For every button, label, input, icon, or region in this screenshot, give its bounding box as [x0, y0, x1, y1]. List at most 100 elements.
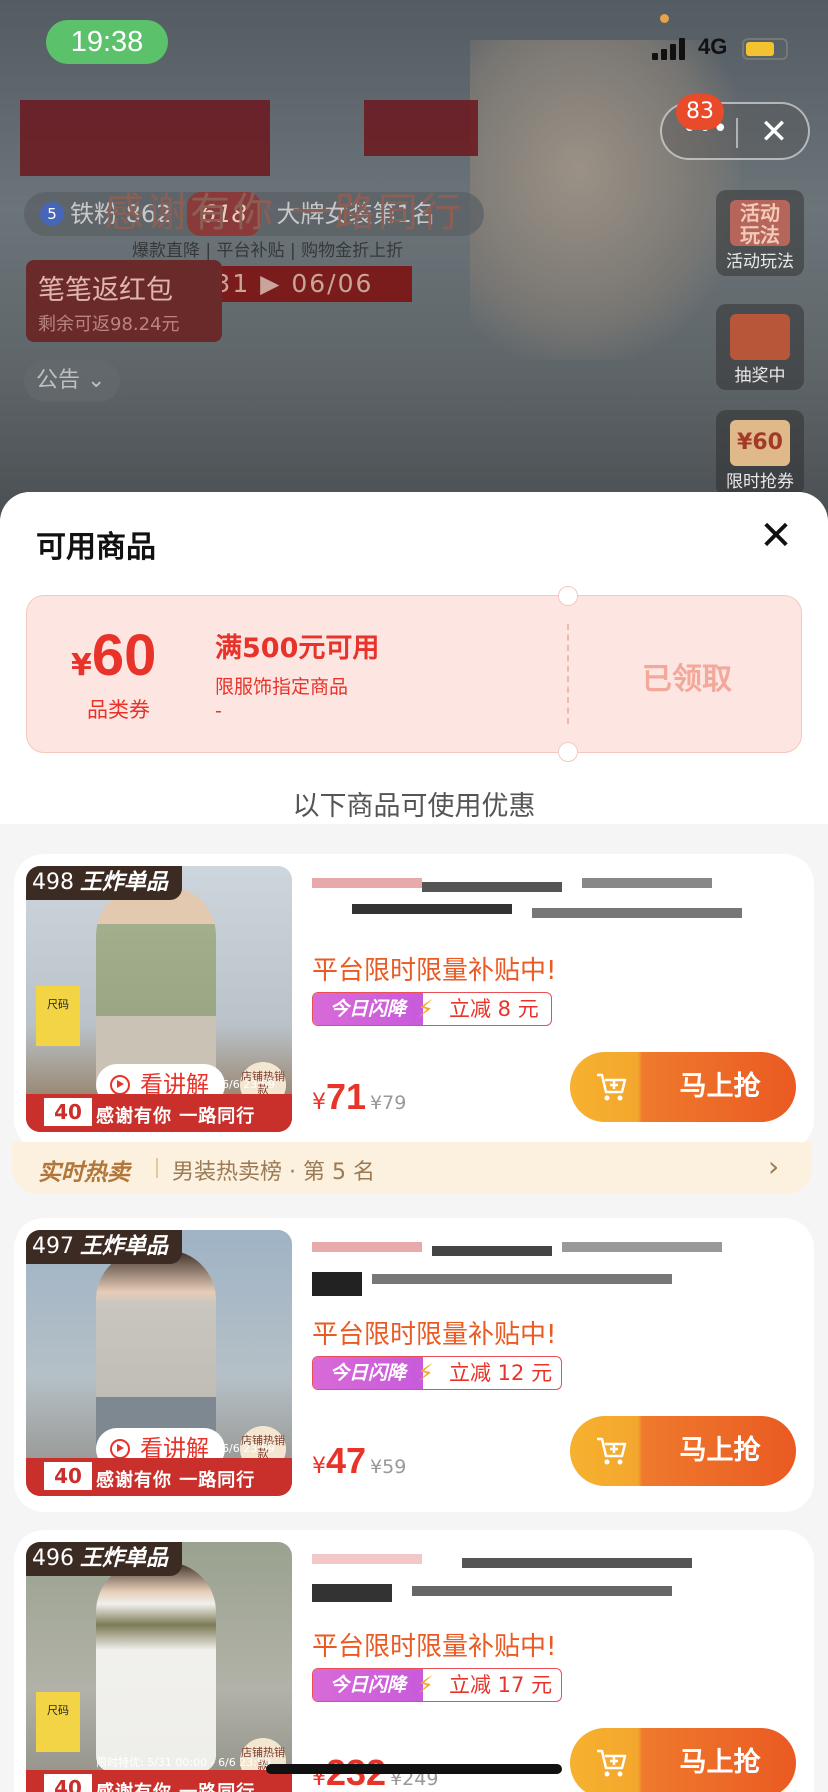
- play-icon: [110, 1439, 130, 1459]
- lightning-icon: ⚡: [417, 995, 434, 1023]
- thumb-date: 6/6 23:59: [222, 1442, 275, 1455]
- flash-discount-text: 立减 8 元: [449, 997, 539, 1021]
- notice-label: 公告: [36, 368, 81, 393]
- coupon-extra: -: [215, 700, 222, 722]
- close-icon[interactable]: ✕: [754, 112, 794, 152]
- red-packet-remaining: 剩余可返98.24元: [38, 314, 180, 335]
- rank-label: 王炸单品: [80, 1234, 169, 1259]
- product-thumbnail[interactable]: 尺码 498 王炸单品 看讲解 店铺热销款 6/6 23:59 40 感谢有你 一…: [26, 866, 292, 1132]
- thumb-date: 限时特优: 5/31 00:00 - 6/6 23:59: [96, 1756, 271, 1769]
- sheet-close-icon[interactable]: ✕: [754, 514, 798, 558]
- rank-label: 王炸单品: [80, 870, 169, 895]
- subsidy-text: 平台限时限量补贴中!: [312, 1320, 557, 1350]
- buy-now-label: 马上抢: [679, 1435, 761, 1466]
- sheet-title: 可用商品: [36, 530, 156, 565]
- thumb-promo-bar: 6/6 23:59 40 感谢有你 一路同行: [26, 1078, 292, 1132]
- coupon-value: 60: [91, 623, 157, 688]
- coupon-card: ¥60 品类券 满500元可用 限服饰指定商品 - 已领取: [26, 586, 802, 762]
- product-title-redacted: [312, 878, 788, 934]
- cart-icon: [597, 1749, 627, 1777]
- flash-discount-tag: 今日闪降 ⚡ 立减 12 元: [312, 1356, 562, 1390]
- thumb-promo-bar: 6/6 23:59 40 感谢有你 一路同行: [26, 1442, 292, 1496]
- notification-badge: 83: [676, 94, 724, 130]
- thumb-date: 6/6 23:59: [222, 1078, 275, 1091]
- side-activity-button[interactable]: 活动 玩法 活动玩法: [716, 190, 804, 276]
- side-coupon-button[interactable]: ¥60 限时抢券: [716, 410, 804, 496]
- promo-date-strip: /31 ▶ 06/06: [190, 266, 412, 302]
- coupon-amount: ¥60: [71, 622, 156, 689]
- rank-badge: 498 王炸单品: [26, 866, 183, 900]
- rank-number: 498: [32, 870, 74, 895]
- red-packet-card[interactable]: 笔笔返红包 剩余可返98.24元: [26, 260, 222, 342]
- product-card[interactable]: 尺码 498 王炸单品 看讲解 店铺热销款 6/6 23:59 40 感谢有你 一…: [14, 854, 814, 1150]
- buy-now-button[interactable]: 马上抢: [570, 1416, 796, 1486]
- original-price: ¥79: [370, 1092, 407, 1114]
- rank-label: 王炸单品: [80, 1546, 169, 1571]
- product-thumbnail[interactable]: 497 王炸单品 看讲解 店铺热销款 6/6 23:59 40 感谢有你 一路同行: [26, 1230, 292, 1496]
- size-tag: 尺码: [36, 986, 80, 1046]
- product-photo: [96, 1562, 216, 1772]
- side-coupon-label: 限时抢券: [726, 472, 794, 492]
- thumb-40: 40: [44, 1098, 92, 1126]
- flash-tag-label: 今日闪降: [313, 1357, 423, 1389]
- red-packet-title: 笔笔返红包: [38, 275, 173, 306]
- side-lottery-label: 抽奖中: [734, 366, 786, 386]
- rank-number: 496: [32, 1546, 74, 1571]
- product-title-redacted: [312, 1554, 788, 1610]
- product-title-redacted: [312, 1242, 788, 1298]
- side-lottery-button[interactable]: 抽奖中: [716, 304, 804, 390]
- capsule-divider: [736, 118, 738, 148]
- thumb-slogan: 感谢有你 一路同行: [96, 1470, 256, 1491]
- thumb-slogan: 感谢有你 一路同行: [96, 1778, 255, 1792]
- product-card[interactable]: 尺码 496 王炸单品 店铺热销款 限时特优: 5/31 00:00 - 6/6 …: [14, 1530, 814, 1792]
- coupon-kind: 品类券: [87, 698, 150, 722]
- gift-icon: [730, 314, 790, 360]
- coupon-scope: 限服饰指定商品: [215, 676, 349, 698]
- buy-now-button[interactable]: 马上抢: [570, 1728, 796, 1792]
- rank-badge: 496 王炸单品: [26, 1542, 183, 1576]
- coupon-currency: ¥: [71, 648, 92, 683]
- coupon-divider: [567, 624, 569, 724]
- banner-title: 感谢有你 一路同行: [104, 190, 464, 236]
- home-indicator[interactable]: [266, 1764, 562, 1774]
- product-card[interactable]: 497 王炸单品 看讲解 店铺热销款 6/6 23:59 40 感谢有你 一路同行…: [14, 1218, 814, 1512]
- flash-discount-tag: 今日闪降 ⚡ 立减 17 元: [312, 1668, 562, 1702]
- activity-icon: 活动 玩法: [730, 200, 790, 246]
- status-bar: 19:38 4G: [0, 0, 828, 90]
- play-icon: [110, 1075, 130, 1095]
- buy-now-button[interactable]: 马上抢: [570, 1052, 796, 1122]
- product-price: ¥71 ¥79: [312, 1076, 406, 1118]
- hot-rank-divider: [156, 1158, 158, 1178]
- coupon-condition: 满500元可用: [215, 633, 380, 664]
- product-price: ¥47 ¥59: [312, 1440, 406, 1482]
- chevron-right-icon: ›: [768, 1150, 780, 1183]
- flash-tag-label: 今日闪降: [313, 1669, 423, 1701]
- lightning-icon: ⚡: [417, 1671, 434, 1699]
- flash-discount-text: 立减 17 元: [449, 1673, 553, 1697]
- flash-discount-text: 立减 12 元: [449, 1361, 553, 1385]
- flash-tag-label: 今日闪降: [313, 993, 423, 1025]
- product-thumbnail[interactable]: 尺码 496 王炸单品 店铺热销款 限时特优: 5/31 00:00 - 6/6 …: [26, 1542, 292, 1792]
- cart-icon: [597, 1437, 627, 1465]
- subsidy-text: 平台限时限量补贴中!: [312, 1632, 557, 1662]
- signal-icon: [652, 38, 690, 60]
- fan-level-icon: 5: [40, 202, 64, 226]
- hot-rank-label: 实时热卖: [38, 1160, 130, 1186]
- coupon-claimed-button[interactable]: 已领取: [587, 654, 787, 698]
- notice-dropdown[interactable]: 公告 ⌄: [24, 360, 120, 402]
- rank-number: 497: [32, 1234, 74, 1259]
- thumb-slogan: 感谢有你 一路同行: [96, 1106, 256, 1127]
- network-type: 4G: [698, 34, 728, 59]
- buy-now-label: 马上抢: [679, 1071, 761, 1102]
- hot-rank-bar[interactable]: 实时热卖 男装热卖榜 · 第 5 名 ›: [12, 1142, 812, 1194]
- price-value: 47: [326, 1440, 367, 1481]
- coupon-notch-top: [558, 586, 578, 606]
- side-activity-label: 活动玩法: [726, 252, 794, 272]
- price-currency: ¥: [312, 1454, 326, 1479]
- available-products-sheet: 可用商品 ✕ ¥60 品类券 满500元可用 限服饰指定商品 - 已领取 以下商…: [0, 492, 828, 1792]
- thumb-40: 40: [44, 1774, 92, 1792]
- buy-now-label: 马上抢: [679, 1747, 761, 1778]
- size-tag: 尺码: [36, 1692, 80, 1752]
- battery-icon: [742, 38, 788, 60]
- store-name-blur: [364, 100, 478, 156]
